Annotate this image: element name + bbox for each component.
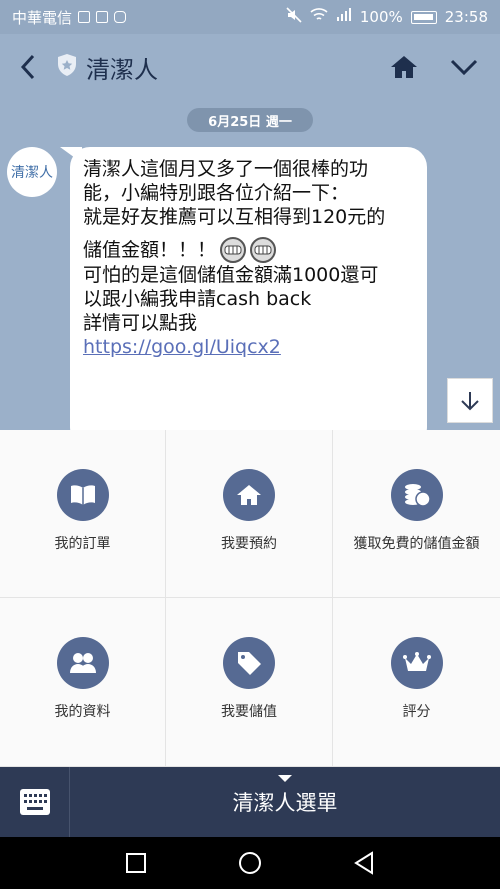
status-bar: 中華電信 100% 23:58 [0,0,500,34]
battery-icon [410,10,437,24]
grimace-emoji-icon [250,237,277,263]
message-line: 詳情可以點我 [83,312,198,334]
battery-percent: 100% [359,8,403,26]
crown-icon [390,637,443,689]
users-icon [56,637,109,689]
menu-item-label: 我的資料 [54,704,111,720]
scroll-to-bottom-button[interactable] [447,378,493,423]
chat-title: 清潔人 [86,55,158,84]
chat-header: 清潔人 [0,34,500,100]
coins-icon [390,469,443,521]
facebook-icon [78,11,91,23]
menu-item-my-orders[interactable]: 我的訂單 [0,430,166,598]
message-link[interactable]: https://goo.gl/Uiqcx2 [83,335,415,359]
avatar[interactable]: 清潔人 [7,147,57,197]
mute-icon [286,7,302,27]
chevron-down-icon [450,59,478,75]
menu-item-label: 評分 [402,704,431,720]
rich-menu-label: 清潔人選單 [232,791,338,815]
home-icon [391,56,417,78]
triangle-back-icon [354,851,373,875]
circle-icon [239,852,261,874]
chat-area: 6月25日 週一 清潔人 清潔人這個月又多了一個很棒的功 能，小編特別跟各位介紹… [0,100,500,430]
wifi-icon [310,8,328,26]
expand-button[interactable] [442,45,486,89]
home-nav-button[interactable] [235,848,265,878]
square-icon [126,853,146,873]
sale-tag-icon [223,637,275,689]
bottom-bar: 清潔人選單 [0,767,500,837]
instagram-icon [114,11,127,23]
signal-icon [336,8,352,26]
keyboard-button[interactable] [0,767,70,837]
system-nav-bar [0,837,500,889]
menu-item-label: 獲取免費的儲值金額 [353,536,480,552]
chevron-left-icon [20,54,35,80]
keyboard-icon [19,789,50,815]
menu-item-label: 我的訂單 [54,536,111,552]
date-separator: 6月25日 週一 [187,108,313,132]
message-line: 以跟小編我申請cash back [83,288,312,310]
menu-item-top-up[interactable]: 我要儲值 [166,598,333,767]
rich-menu-toggle[interactable]: 清潔人選單 [70,767,500,837]
home-icon [223,469,275,521]
arrow-down-icon [461,391,479,410]
menu-item-label: 我要儲值 [221,704,277,720]
message-line: 能，小編特別跟各位介紹一下： [83,182,350,204]
message-line: 可怕的是這個儲值金額滿1000還可 [83,264,379,286]
message-line: 儲值金額！！！ [83,239,217,261]
message-line: 清潔人這個月又多了一個很棒的功 [83,158,369,180]
menu-item-booking[interactable]: 我要預約 [166,430,333,598]
back-button[interactable] [0,34,56,100]
menu-item-free-credit[interactable]: 獲取免費的儲值金額 [333,430,500,598]
menu-item-my-profile[interactable]: 我的資料 [0,598,166,767]
menu-item-label: 我要預約 [221,536,277,552]
shield-star-icon [56,53,78,81]
home-button[interactable] [382,45,426,89]
message-bubble: 清潔人這個月又多了一個很棒的功 能，小編特別跟各位介紹一下： 就是好友推薦可以互… [70,147,427,430]
recents-button[interactable] [121,848,151,878]
rich-menu: 我的訂單 我要預約 獲取免費的儲值金額 我的資料 我要儲值 評分 [0,430,500,767]
caret-down-icon [278,775,292,782]
book-icon [56,469,109,521]
back-nav-button[interactable] [349,848,379,878]
notification-icon [96,11,109,23]
message-line: 就是好友推薦可以互相得到120元的 [83,206,386,228]
clock: 23:58 [444,8,488,26]
grimace-emoji-icon [220,237,247,263]
menu-item-rating[interactable]: 評分 [333,598,500,767]
carrier-label: 中華電信 [12,8,73,27]
